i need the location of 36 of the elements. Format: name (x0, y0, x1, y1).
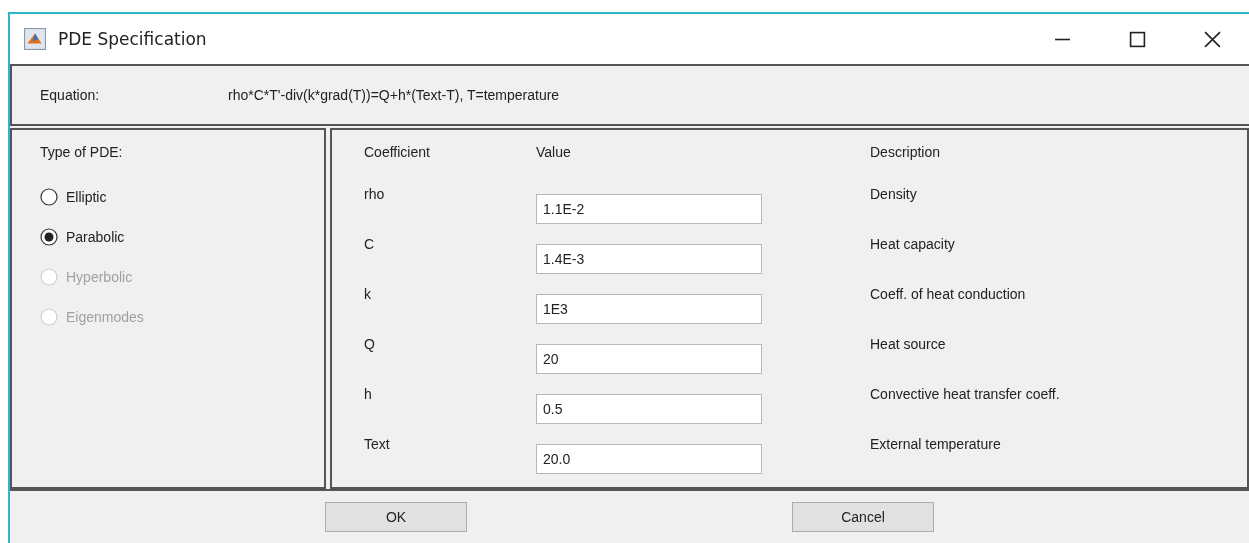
close-icon[interactable] (1204, 30, 1221, 48)
value-field[interactable]: 1.1E-2 (536, 194, 762, 224)
ok-button[interactable]: OK (325, 502, 467, 532)
coefficient-description: Coeff. of heat conduction (870, 285, 1027, 304)
column-header: Description (870, 144, 942, 162)
cancel-button[interactable]: Cancel (792, 502, 934, 532)
column-header: Value (536, 144, 572, 162)
radio-button[interactable] (40, 188, 58, 206)
value-field[interactable]: 1E3 (536, 294, 762, 324)
coefficient-description: Convective heat transfer coeff. (870, 385, 1061, 404)
coefficient-name: Text (364, 435, 391, 454)
coefficient-description: Density (870, 185, 918, 204)
window-title: PDE Specification (58, 29, 207, 49)
coefficient-name: h (364, 385, 373, 404)
pde-type-label: Type of PDE: (40, 144, 124, 160)
equation-text: rho*C*T'-div(k*grad(T))=Q+h*(Text-T), T=temperature (228, 87, 560, 103)
coefficient-description: Heat capacity (870, 235, 956, 254)
radio-label: Hyperbolic (66, 269, 133, 285)
coefficient-name: rho (364, 185, 386, 204)
coefficient-description: External temperature (870, 435, 1002, 454)
radio-label: Elliptic (66, 189, 107, 205)
coefficient-description: Heat source (870, 335, 947, 354)
equation-label: Equation: (40, 87, 101, 103)
coefficient-name: k (364, 285, 372, 304)
coefficient-name: Q (364, 335, 376, 354)
value-field[interactable]: 20 (536, 344, 762, 374)
app-icon (24, 28, 46, 50)
value-field[interactable]: 20.0 (536, 444, 762, 474)
radio-label: Eigenmodes (66, 309, 144, 325)
value-field[interactable]: 1.4E-3 (536, 244, 762, 274)
maximize-icon[interactable] (1129, 30, 1146, 48)
coefficient-name: C (364, 235, 376, 254)
column-header: Coefficient (364, 144, 431, 162)
value-field[interactable]: 0.5 (536, 394, 762, 424)
radio-button[interactable] (40, 228, 58, 246)
radio-label: Parabolic (66, 229, 125, 245)
